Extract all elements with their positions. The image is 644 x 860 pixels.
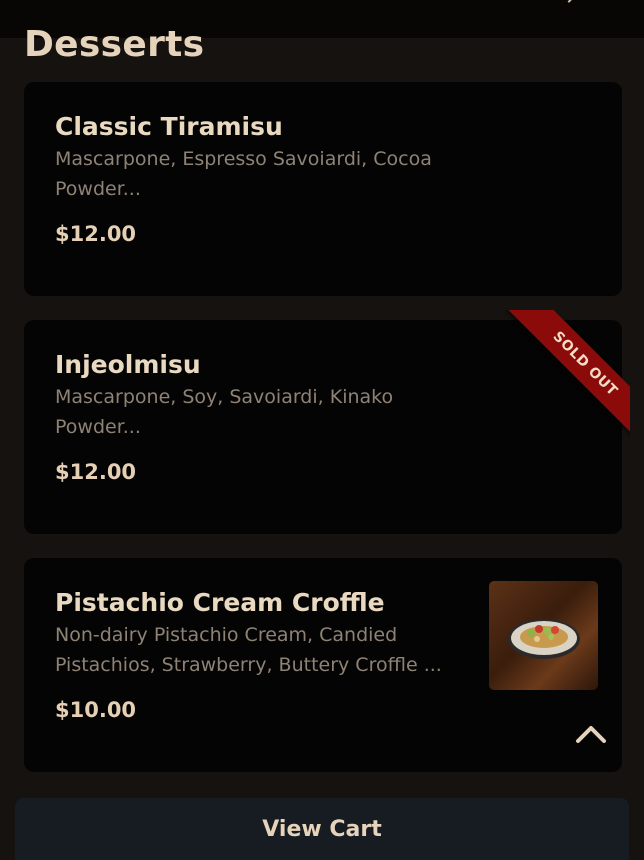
croffle-plate-image	[508, 619, 580, 659]
item-price: $12.00	[55, 460, 137, 484]
sold-out-ribbon: SOLD OUT	[500, 310, 630, 440]
scroll-to-top-button[interactable]	[560, 703, 622, 765]
sold-out-label: SOLD OUT	[549, 328, 621, 400]
chevron-up-icon	[576, 726, 606, 743]
item-price: $10.00	[55, 698, 137, 722]
item-name: Injeolmisu	[55, 350, 201, 379]
item-image[interactable]	[489, 581, 598, 690]
item-description: Non-dairy Pistachio Cream, Candied Pista…	[55, 624, 442, 676]
item-description: Mascarpone, Espresso Savoiardi, Cocoa Po…	[55, 148, 432, 200]
menu-item-card[interactable]: Pistachio Cream Croffle Non-dairy Pistac…	[24, 558, 622, 772]
item-description: Mascarpone, Soy, Savoiardi, Kinako Powde…	[55, 386, 394, 438]
view-cart-button[interactable]: View Cart	[15, 798, 629, 860]
item-price: $12.00	[55, 222, 137, 246]
chevron-down-icon[interactable]	[559, 0, 579, 3]
section-title: Desserts	[24, 24, 205, 65]
item-name: Classic Tiramisu	[55, 112, 283, 141]
item-name: Pistachio Cream Croffle	[55, 588, 385, 617]
menu-item-card[interactable]: Classic Tiramisu Mascarpone, Espresso Sa…	[24, 82, 622, 296]
